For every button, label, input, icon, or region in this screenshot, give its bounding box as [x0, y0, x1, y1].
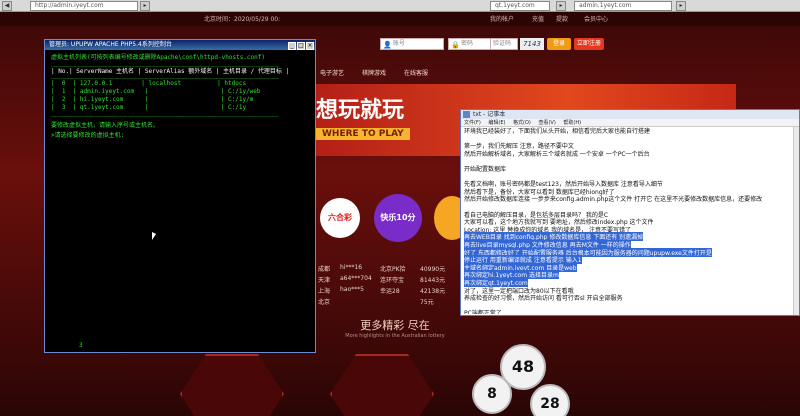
notepad-title: txt - 记事本	[461, 110, 799, 119]
topbar-link-deposit[interactable]: 充值	[532, 14, 544, 23]
notepad-line: PC端都正常了	[464, 310, 502, 314]
topbar-link-account[interactable]: 我的帐户	[490, 14, 514, 23]
notepad-title-text: txt - 记事本	[473, 111, 506, 118]
result-user: hao***5	[340, 286, 364, 293]
console-title: 管理员: UPUPW APACHE PHP5.4系列控制台	[45, 40, 315, 50]
notepad-line: 然后开始解析域名，大家解析三个域名就成 一个安卓 一个PC一个后台	[464, 150, 650, 158]
address-bar-3[interactable]: admin.1yeyt.com	[574, 1, 672, 11]
notepad-text-area[interactable]: 环境我已经装好了，下面我们从头开始，相信看完后大家也能自行搭建 第一步，我们先解压…	[464, 126, 798, 314]
game-kuaile10[interactable]: 快乐10分	[374, 194, 422, 242]
lottery-ball-28: 28	[530, 384, 570, 416]
result-amount: 40990元	[420, 266, 446, 273]
list-item: 成都 hi***16 北京PK拾 40990元	[316, 264, 462, 274]
mouse-cursor-icon	[152, 232, 156, 240]
console-row: | 2 | hi.1yeyt.com | | C:/1y/m	[51, 96, 254, 103]
browser-toolbar: ◀ http://admin.iyeyt.com ▸ qt.1yeyt.com …	[0, 0, 800, 12]
console-separator: ________________________________________…	[51, 72, 279, 79]
result-game: 连环夺宝	[380, 277, 405, 284]
result-amount: 42138元	[420, 288, 446, 295]
register-button[interactable]: 立即注册	[574, 38, 604, 50]
result-game: 北京PK拾	[380, 266, 406, 273]
list-item: 天津 a64***704 连环夺宝 81443元	[316, 275, 462, 285]
result-city: 上海	[318, 288, 331, 295]
notepad-line: 开始配置数据库	[464, 166, 507, 173]
minimize-icon[interactable]: _	[288, 42, 296, 50]
account-placeholder: 账号	[393, 40, 406, 47]
go-icon-3[interactable]: ▸	[676, 1, 686, 11]
list-item: 北京 75元	[316, 297, 462, 307]
password-placeholder: 密码	[461, 40, 474, 47]
result-amount: 75元	[420, 299, 434, 306]
feature-tile-sports[interactable]	[330, 354, 434, 416]
more-title: 更多精彩 尽在	[360, 319, 430, 332]
notepad-icon	[463, 111, 470, 118]
back-icon[interactable]: ◀	[2, 1, 12, 11]
console-row: | 0 | 127.0.0.1 | localhost | htdocs	[51, 80, 247, 87]
list-item: 上海 hao***5 幸运28 42138元	[316, 286, 462, 296]
notepad-line: 然后开始修改数据库连接 一步步来config.admin.php这个文件 打开它…	[464, 196, 763, 204]
feature-tile-casino[interactable]	[180, 354, 284, 416]
topbar-link-member[interactable]: 会员中心	[584, 14, 608, 23]
captcha-image[interactable]: 7143	[520, 38, 544, 50]
close-icon[interactable]: ×	[306, 42, 314, 50]
notepad-window[interactable]: txt - 记事本 文件(F) 编辑(E) 格式(O) 查看(V) 帮助(H) …	[460, 109, 800, 316]
result-city: 成都	[318, 266, 331, 273]
site-topbar: 北京时间：2020/05/29 00: 我的帐户 充值 提款 会员中心	[0, 12, 800, 26]
console-bottom-marker: 3	[79, 342, 83, 349]
result-game: 幸运28	[380, 288, 400, 295]
notepad-scrollbar[interactable]	[793, 127, 799, 315]
console-separator: ________________________________________…	[51, 110, 279, 117]
nav-item-chess[interactable]: 棋牌游戏	[362, 68, 386, 77]
console-row: | 1 | admin.iyeyt.com | | C:/1y/web	[51, 88, 261, 95]
nav-item-service[interactable]: 在线客服	[404, 68, 428, 77]
password-field[interactable]: 🔒 密码	[448, 38, 496, 50]
maximize-icon[interactable]: □	[297, 42, 305, 50]
more-highlights: 更多精彩 尽在 More highlights in the Australia…	[340, 317, 450, 339]
result-city: 天津	[318, 277, 331, 284]
topbar-link-withdraw[interactable]: 提款	[556, 14, 568, 23]
address-bar-2[interactable]: qt.1yeyt.com	[490, 1, 550, 11]
result-user: a64***704	[340, 275, 372, 282]
user-icon: 👤	[383, 41, 392, 49]
window-controls: _ □ ×	[287, 41, 314, 50]
result-city: 北京	[318, 299, 331, 306]
login-button[interactable]: 登录	[547, 38, 571, 50]
nav-item-slots[interactable]: 电子游艺	[320, 68, 344, 77]
notepad-line: 环境我已经装好了，下面我们从头开始，相信看完后大家也能自行搭建	[464, 128, 651, 135]
captcha-field[interactable]: 验证码	[490, 38, 518, 50]
upupw-console-window[interactable]: 管理员: UPUPW APACHE PHP5.4系列控制台 _ □ × 虚拟主机列表…	[44, 39, 316, 353]
console-prompt-info: 要修改虚拟主机，请输入序号或主机名。	[51, 122, 160, 129]
go-icon[interactable]: ▸	[140, 1, 150, 11]
banner-where: WHERE TO PLAY	[316, 128, 410, 140]
datetime-text: 北京时间：2020/05/29 00:	[204, 16, 281, 23]
result-amount: 81443元	[420, 277, 446, 284]
account-field[interactable]: 👤 账号	[380, 38, 444, 50]
result-user: hi***16	[340, 264, 363, 271]
go-icon-2[interactable]: ▸	[556, 1, 566, 11]
notepad-line: 养成检查的好习惯，然后开始访问 看可行否sl 开启全部服务	[464, 295, 623, 303]
lock-icon: 🔒	[451, 41, 460, 49]
lottery-ball-8: 8	[472, 374, 512, 414]
console-prompt-input[interactable]: >请选择要修改的虚拟主机:	[51, 130, 124, 139]
banner-slogan: 想玩就玩	[316, 97, 405, 123]
more-subtitle: More highlights in the Australian lotter…	[345, 333, 445, 339]
game-liuhecai[interactable]: 六合彩	[320, 198, 360, 238]
address-bar[interactable]: http://admin.iyeyt.com	[30, 1, 138, 11]
